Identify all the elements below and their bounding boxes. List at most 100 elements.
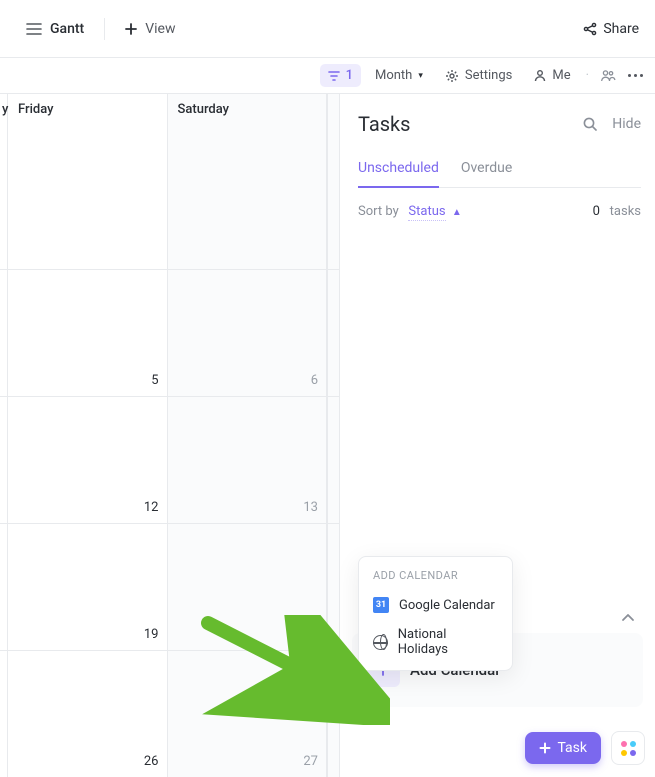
ellipsis-icon: [628, 74, 643, 77]
me-filter[interactable]: Me: [526, 64, 578, 87]
tasks-panel-actions: Hide: [582, 116, 641, 132]
hide-panel-button[interactable]: Hide: [612, 116, 641, 132]
calendar-scroll-gutter: [327, 94, 339, 130]
day-number: 27: [303, 754, 318, 769]
calendar-cell[interactable]: 20: [168, 524, 328, 650]
calendar-cell[interactable]: 6: [168, 270, 328, 396]
calendar-row: [0, 130, 339, 269]
gantt-view-button[interactable]: Gantt: [16, 15, 94, 43]
sort-asc-icon[interactable]: ▲: [452, 207, 462, 218]
add-view-button[interactable]: View: [115, 15, 185, 43]
new-task-label: Task: [557, 740, 587, 756]
settings-label: Settings: [465, 68, 512, 83]
calendar-cell[interactable]: 4: [0, 270, 8, 396]
calendar-header-friday: Friday: [8, 94, 168, 130]
day-number: 20: [303, 627, 318, 642]
collapse-calendars-button[interactable]: [621, 612, 635, 622]
calendar-cell[interactable]: 5: [8, 270, 168, 396]
calendar-scroll-gutter: [327, 651, 339, 777]
calendar-header-partial: y: [0, 94, 8, 130]
day-number: 6: [311, 373, 318, 388]
calendar-grid[interactable]: y Friday Saturday 4 5 6 11 12 13: [0, 94, 340, 777]
calendar-header-saturday: Saturday: [168, 94, 328, 130]
calendar-scroll-gutter: [327, 130, 339, 269]
period-select[interactable]: Month ▾: [367, 64, 431, 87]
calendar-toolbar: 1 Month ▾ Settings Me ·: [0, 58, 655, 94]
tasks-panel-header: Tasks Hide: [358, 112, 641, 136]
day-number: 12: [144, 500, 159, 515]
filter-icon: [328, 70, 340, 82]
period-label: Month: [375, 68, 412, 83]
view-switcher: Gantt View: [16, 15, 185, 43]
tasks-tabs: Unscheduled Overdue: [358, 154, 641, 188]
task-count-number: 0: [593, 204, 600, 219]
calendar-cell[interactable]: 26: [8, 651, 168, 777]
day-number: 26: [144, 754, 159, 769]
separator-dot: ·: [585, 68, 590, 83]
people-icon: [600, 69, 616, 82]
globe-icon: [373, 635, 388, 650]
gantt-view-label: Gantt: [50, 21, 84, 37]
calendar-row: 18 19 20: [0, 523, 339, 650]
main-area: y Friday Saturday 4 5 6 11 12 13: [0, 94, 655, 777]
calendar-cell[interactable]: 27: [168, 651, 328, 777]
divider: [104, 18, 105, 40]
filter-chip[interactable]: 1: [320, 64, 361, 87]
calendar-cell[interactable]: [0, 130, 8, 269]
menu-item-national-holidays[interactable]: National Holidays: [359, 620, 512, 664]
calendar-cell[interactable]: 13: [168, 397, 328, 523]
new-task-button[interactable]: Task: [525, 732, 601, 764]
calendar-header-partial-label: y: [2, 102, 8, 117]
sort-prefix: Sort by: [358, 204, 399, 219]
add-calendar-menu-title: ADD CALENDAR: [359, 567, 512, 590]
menu-item-google-calendar[interactable]: 31 Google Calendar: [359, 590, 512, 620]
share-label: Share: [603, 21, 639, 37]
apps-icon: [621, 741, 636, 756]
google-calendar-icon: 31: [373, 597, 389, 613]
calendar-scroll-gutter: [327, 524, 339, 650]
calendar-cell[interactable]: [8, 130, 168, 269]
tab-unscheduled[interactable]: Unscheduled: [358, 154, 439, 188]
calendar-body: 4 5 6 11 12 13 18 19 20 25 26 27: [0, 130, 339, 777]
calendar-cell[interactable]: [168, 130, 328, 269]
assignees-button[interactable]: [596, 65, 620, 86]
calendar-cell[interactable]: 25: [0, 651, 8, 777]
menu-item-google-label: Google Calendar: [399, 598, 495, 613]
menu-item-holidays-label: National Holidays: [398, 627, 498, 657]
gantt-icon: [26, 22, 42, 36]
sort-field-button[interactable]: Status: [408, 204, 445, 221]
tasks-panel: Tasks Hide Unscheduled Overdue Sort by S…: [340, 94, 655, 777]
filter-count: 1: [346, 68, 353, 83]
person-icon: [534, 69, 546, 82]
me-label: Me: [552, 68, 570, 83]
day-number: 13: [303, 500, 318, 515]
apps-button[interactable]: [611, 731, 645, 765]
sort-bar: Sort by Status ▲ 0 tasks: [358, 204, 641, 219]
calendar-header-row: y Friday Saturday: [0, 94, 339, 130]
day-number: 5: [151, 373, 158, 388]
gear-icon: [445, 69, 459, 83]
share-button[interactable]: Share: [583, 21, 639, 37]
calendar-cell[interactable]: 19: [8, 524, 168, 650]
search-icon[interactable]: [582, 116, 598, 132]
add-calendar-menu: ADD CALENDAR 31 Google Calendar National…: [358, 556, 513, 671]
calendar-cell[interactable]: 12: [8, 397, 168, 523]
task-count: 0 tasks: [593, 204, 641, 219]
calendar-cell[interactable]: 11: [0, 397, 8, 523]
calendar-row: 11 12 13: [0, 396, 339, 523]
plus-icon: [539, 742, 551, 754]
calendar-cell[interactable]: 18: [0, 524, 8, 650]
floating-actions: Task: [525, 731, 645, 765]
calendar-scroll-gutter: [327, 270, 339, 396]
share-icon: [583, 22, 597, 36]
tasks-panel-title: Tasks: [358, 112, 411, 136]
chevron-down-icon: ▾: [418, 71, 423, 81]
calendar-scroll-gutter: [327, 397, 339, 523]
plus-icon: [125, 23, 137, 35]
add-view-label: View: [145, 21, 175, 37]
settings-button[interactable]: Settings: [437, 64, 520, 87]
tab-overdue[interactable]: Overdue: [461, 154, 512, 188]
top-bar: Gantt View Share: [0, 0, 655, 58]
more-menu-button[interactable]: [626, 70, 645, 81]
calendar-row: 25 26 27: [0, 650, 339, 777]
